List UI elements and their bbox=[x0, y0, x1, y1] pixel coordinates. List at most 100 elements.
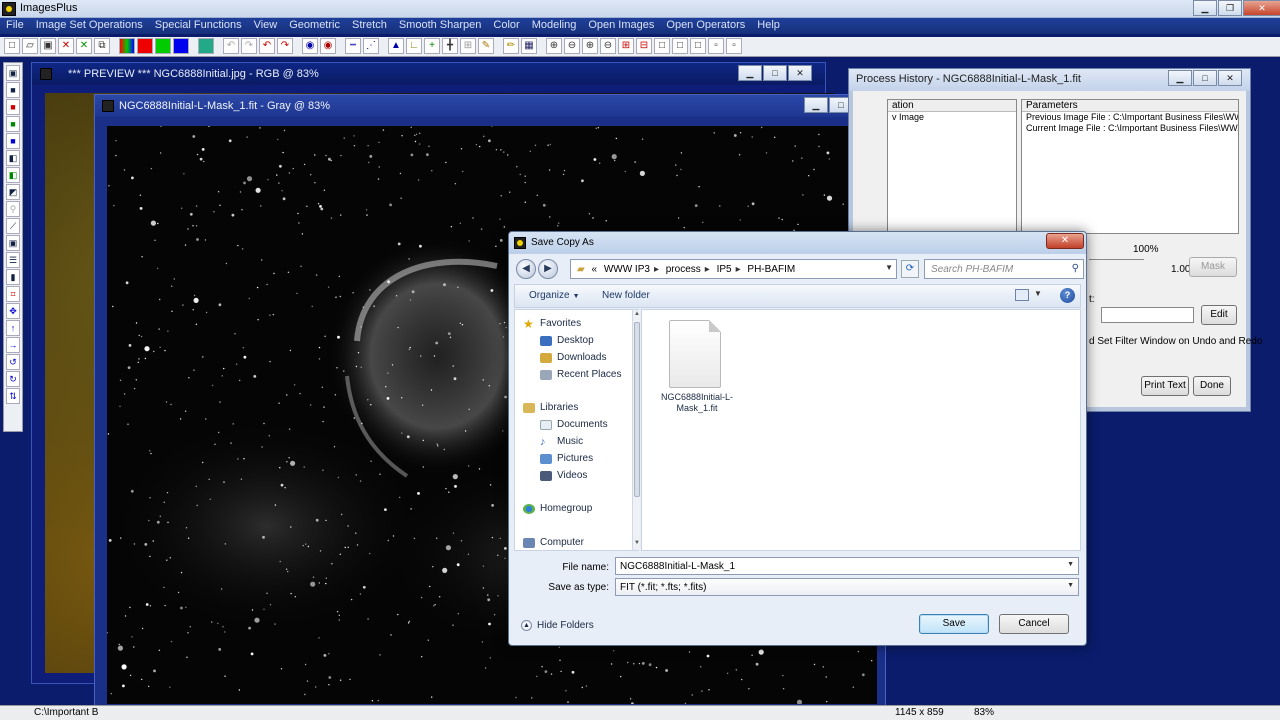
undo-all-icon[interactable]: ↶ bbox=[259, 38, 275, 54]
save-button[interactable]: Save bbox=[919, 614, 989, 634]
green-mask-tool-icon[interactable]: ◧ bbox=[6, 167, 20, 183]
maximize-icon[interactable]: □ bbox=[763, 65, 787, 81]
grid-overlay-icon[interactable]: ⊞ bbox=[460, 38, 476, 54]
zoom-in-icon[interactable]: ⊕ bbox=[546, 38, 562, 54]
print-text-button[interactable]: Print Text bbox=[1141, 376, 1189, 396]
cross-icon[interactable]: ╋ bbox=[442, 38, 458, 54]
maximize-icon[interactable]: □ bbox=[1193, 70, 1217, 86]
rotate-left-tool-icon[interactable]: ↺ bbox=[6, 354, 20, 370]
new-folder-button[interactable]: New folder bbox=[602, 290, 650, 301]
history-slider-track[interactable] bbox=[1089, 259, 1144, 260]
close-icon[interactable]: ✕ bbox=[1046, 233, 1084, 249]
nav-computer[interactable]: Computer bbox=[523, 537, 584, 548]
menu-help[interactable]: Help bbox=[751, 18, 786, 34]
nav-scrollbar-thumb[interactable] bbox=[634, 322, 640, 497]
frame-2-icon[interactable]: □ bbox=[672, 38, 688, 54]
breadcrumb-item[interactable]: process bbox=[666, 264, 701, 275]
close-image-icon[interactable]: ✕ bbox=[58, 38, 74, 54]
diagonal-tool-icon[interactable]: ⟋ bbox=[6, 218, 20, 234]
green-tool-icon[interactable]: ■ bbox=[6, 116, 20, 132]
red-channel-icon[interactable] bbox=[137, 38, 153, 54]
chevron-right-icon[interactable]: ▸ bbox=[736, 264, 741, 275]
chevron-down-icon[interactable]: ▼ bbox=[885, 263, 893, 272]
nav-libraries[interactable]: Libraries bbox=[523, 402, 578, 413]
new-file-icon[interactable]: □ bbox=[4, 38, 20, 54]
remove-marker-icon[interactable]: ⊟ bbox=[636, 38, 652, 54]
frame-5-icon[interactable]: ▫ bbox=[726, 38, 742, 54]
blue-channel-icon[interactable] bbox=[173, 38, 189, 54]
history-operations-list[interactable]: ation v Image bbox=[887, 99, 1017, 234]
history-text-field[interactable] bbox=[1101, 307, 1194, 323]
frame-4-icon[interactable]: ▫ bbox=[708, 38, 724, 54]
history-operation-row[interactable]: v Image bbox=[888, 112, 1016, 123]
breadcrumb-item[interactable]: PH-BAFIM bbox=[747, 264, 795, 275]
menu-file[interactable]: File bbox=[0, 18, 30, 34]
crop-tool-icon[interactable]: ⌗ bbox=[6, 286, 20, 302]
frame-tool-icon[interactable]: ▣ bbox=[6, 235, 20, 251]
open-folder-icon[interactable]: ▱ bbox=[22, 38, 38, 54]
record-icon[interactable]: ◉ bbox=[302, 38, 318, 54]
menu-modeling[interactable]: Modeling bbox=[526, 18, 583, 34]
blue-tool-icon[interactable]: ■ bbox=[6, 133, 20, 149]
palette-icon[interactable]: ✎ bbox=[478, 38, 494, 54]
breadcrumb-item[interactable]: IP5 bbox=[717, 264, 732, 275]
rgb-channels-icon[interactable] bbox=[119, 38, 135, 54]
minimize-icon[interactable]: ▁ bbox=[804, 97, 828, 113]
save-tool-icon[interactable]: ▣ bbox=[6, 65, 20, 81]
nav-favorites[interactable]: ★ Favorites bbox=[523, 318, 581, 330]
undo-icon[interactable]: ↶ bbox=[223, 38, 239, 54]
copy-icon[interactable]: ⧉ bbox=[94, 38, 110, 54]
nav-videos[interactable]: Videos bbox=[540, 470, 587, 481]
chevron-right-icon[interactable]: ▸ bbox=[705, 264, 710, 275]
black-tool-icon[interactable]: ■ bbox=[6, 82, 20, 98]
edit-button[interactable]: Edit bbox=[1201, 305, 1237, 325]
breadcrumb-overflow[interactable]: « bbox=[591, 264, 597, 275]
contrast-tool-icon[interactable]: ◩ bbox=[6, 184, 20, 200]
nav-recent-places[interactable]: Recent Places bbox=[540, 369, 621, 380]
nav-pictures[interactable]: Pictures bbox=[540, 453, 593, 464]
rotate-right-tool-icon[interactable]: ↻ bbox=[6, 371, 20, 387]
back-icon[interactable]: ◀ bbox=[516, 259, 536, 279]
mask-tool-icon[interactable]: ◧ bbox=[6, 150, 20, 166]
forward-icon[interactable]: ▶ bbox=[538, 259, 558, 279]
redo-all-icon[interactable]: ↷ bbox=[277, 38, 293, 54]
zoom-out-icon[interactable]: ⊖ bbox=[564, 38, 580, 54]
breadcrumb-item[interactable]: WWW IP3 bbox=[604, 264, 650, 275]
hide-folders-button[interactable]: ▲ Hide Folders bbox=[521, 620, 594, 631]
view-options-icon[interactable] bbox=[1015, 289, 1029, 301]
history-parameters-header[interactable]: Parameters bbox=[1022, 100, 1238, 112]
menu-view[interactable]: View bbox=[248, 18, 284, 34]
minimize-icon[interactable]: ▁ bbox=[738, 65, 762, 81]
cancel-button[interactable]: Cancel bbox=[999, 614, 1069, 634]
minimize-icon[interactable]: ▁ bbox=[1168, 70, 1192, 86]
record-stop-icon[interactable]: ◉ bbox=[320, 38, 336, 54]
chevron-down-icon[interactable]: ▼ bbox=[1034, 289, 1042, 298]
menu-open-images[interactable]: Open Images bbox=[582, 18, 660, 34]
chevron-down-icon[interactable]: ▼ bbox=[1067, 582, 1074, 589]
black-bar-tool-icon[interactable]: ▮ bbox=[6, 269, 20, 285]
crosshair-icon[interactable]: + bbox=[424, 38, 440, 54]
mask-button[interactable]: Mask bbox=[1189, 257, 1237, 277]
close-icon[interactable]: ✕ bbox=[1243, 0, 1280, 16]
organize-button[interactable]: Organize ▼ bbox=[529, 290, 580, 301]
menu-geometric[interactable]: Geometric bbox=[283, 18, 346, 34]
zoom-actual-icon[interactable]: ⊖ bbox=[600, 38, 616, 54]
frame-3-icon[interactable]: □ bbox=[690, 38, 706, 54]
close-icon[interactable]: ✕ bbox=[788, 65, 812, 81]
lock-tool-icon[interactable]: ⚲ bbox=[6, 201, 20, 217]
help-icon[interactable]: ? bbox=[1060, 288, 1075, 303]
zoom-fit-icon[interactable]: ⊕ bbox=[582, 38, 598, 54]
nav-documents[interactable]: Documents bbox=[540, 419, 608, 430]
nav-downloads[interactable]: Downloads bbox=[540, 352, 606, 363]
history-operation-header[interactable]: ation bbox=[888, 100, 1016, 112]
save-as-type-select[interactable]: FIT (*.fit; *.fts; *.fits) ▼ bbox=[615, 578, 1079, 596]
close-all-icon[interactable]: ✕ bbox=[76, 38, 92, 54]
nav-desktop[interactable]: Desktop bbox=[540, 335, 594, 346]
scroll-up-icon[interactable]: ▲ bbox=[634, 311, 640, 317]
add-marker-icon[interactable]: ⊞ bbox=[618, 38, 634, 54]
search-input[interactable]: Search PH-BAFIM ⚲ bbox=[924, 259, 1084, 279]
flip-tool-icon[interactable]: ⇅ bbox=[6, 388, 20, 404]
restore-icon[interactable]: ❐ bbox=[1218, 0, 1242, 16]
arrow-right-tool-icon[interactable]: → bbox=[6, 337, 20, 353]
file-icon[interactable] bbox=[669, 320, 721, 388]
